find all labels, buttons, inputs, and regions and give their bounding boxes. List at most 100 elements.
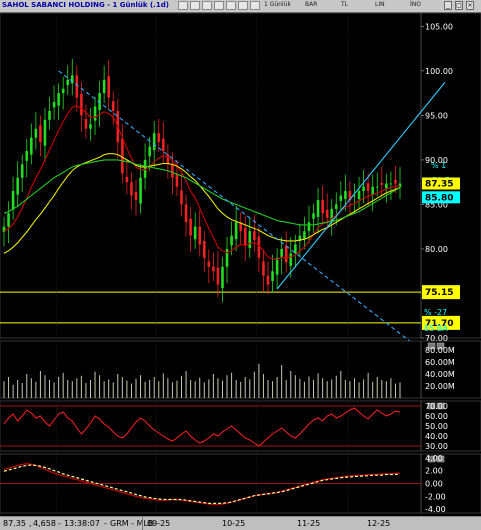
y-tick-label: 80.00: [425, 245, 448, 254]
volume-tick-label: 80.00M: [425, 346, 455, 355]
price-panel: 105.00100.0095.0090.0085.0080.0075.0070.…: [0, 12, 481, 358]
trendline-annotation: % -27: [424, 308, 447, 317]
candle-body: [121, 138, 124, 174]
oscillator-panel-frame: [0, 400, 481, 452]
candle-body: [375, 186, 379, 188]
candle-body: [266, 275, 270, 285]
candle-body: [61, 88, 65, 94]
macd-tick-label: 0.00: [425, 480, 443, 489]
candle-body: [316, 199, 320, 217]
candle-body: [175, 174, 179, 187]
candle-body: [380, 183, 384, 185]
trendline-annotation: % 1: [431, 161, 446, 170]
candle-body: [111, 101, 115, 111]
trendline-annotation: 85 BA: [424, 324, 448, 333]
x-tick-label: 10-25: [222, 519, 246, 528]
candle-body: [321, 199, 324, 214]
oscillator-tick-label: 60.00: [425, 412, 448, 421]
candle-body: [253, 231, 256, 241]
chart-area[interactable]: 105.00100.0095.0090.0085.0080.0075.0070.…: [0, 0, 481, 530]
candle-body: [139, 177, 142, 204]
macd-tick-label: -2.00: [425, 492, 446, 501]
candle-body: [362, 186, 365, 192]
candle-body: [152, 133, 156, 151]
oscillator-tick-label: 40.00: [425, 432, 448, 441]
status-volume: 4,658: [33, 519, 56, 528]
candle-body: [148, 146, 151, 157]
candle-body: [125, 176, 129, 183]
candle-body: [193, 226, 197, 240]
candle-body: [385, 183, 388, 189]
candle-body: [162, 138, 165, 152]
candle-body: [102, 79, 106, 94]
candle-body: [30, 137, 33, 155]
macd-tick-label: -4.00: [425, 505, 446, 514]
status-bar: 87.35 , 4,658 - 13:38:07 - GRM - MLB 09-…: [0, 516, 481, 530]
candle-body: [325, 209, 329, 218]
candle-body: [75, 75, 79, 98]
volume-tick-label: 60.00M: [425, 358, 455, 367]
price-label: 87.35: [425, 180, 453, 190]
candle-body: [16, 177, 19, 195]
level-label: 75.15: [425, 288, 453, 298]
macd-panel: 4.00 2.00 0.00 -2.00 -4.00: [0, 453, 481, 514]
y-tick-label: 105.00: [425, 22, 453, 31]
candle-body: [248, 231, 252, 249]
candle-body: [80, 94, 83, 116]
oscillator-tick-label: 30.00: [425, 442, 448, 451]
candle-body: [307, 222, 311, 232]
candle-body: [334, 204, 338, 209]
candle-body: [180, 190, 183, 205]
y-tick-label: 95.00: [425, 111, 448, 120]
candle-body: [275, 257, 279, 275]
candle-body: [216, 267, 220, 285]
candle-body: [198, 226, 202, 245]
x-tick-label: 12-25: [367, 519, 391, 528]
candle-body: [107, 76, 110, 98]
candle-body: [312, 213, 315, 219]
status-price: 87.35: [3, 519, 26, 528]
candle-body: [371, 186, 374, 195]
oscillator-tick-label: 70.00: [425, 402, 448, 411]
candle-body: [284, 245, 288, 263]
candle-body: [57, 93, 60, 106]
candle-body: [271, 271, 274, 282]
candle-body: [230, 235, 233, 246]
candle-body: [184, 204, 188, 223]
macd-tick-label: 4.00: [425, 454, 443, 463]
candle-body: [243, 227, 247, 245]
candle-body: [43, 119, 47, 146]
chart-window: { "window": { "title": "SAHOL SABANCI HO…: [0, 0, 481, 530]
volume-tick-label: 40.00M: [425, 370, 455, 379]
candle-body: [93, 106, 97, 121]
candle-body: [84, 118, 88, 129]
candle-body: [134, 191, 138, 200]
candle-body: [398, 183, 402, 188]
candle-body: [34, 128, 38, 138]
candle-body: [366, 183, 370, 192]
candle-body: [262, 261, 265, 276]
candle-body: [39, 125, 42, 143]
oscillator-tick-label: 50.00: [425, 422, 448, 431]
candle-body: [289, 253, 293, 266]
candle-body: [20, 164, 24, 178]
candle-body: [221, 266, 224, 289]
candle-body: [166, 154, 170, 165]
volume-tick-label: 20.00M: [425, 382, 455, 391]
candle-body: [212, 266, 215, 272]
candle-body: [70, 75, 74, 84]
status-time: 13:38:07: [64, 519, 100, 528]
candle-body: [357, 191, 361, 200]
candle-body: [202, 240, 206, 258]
candle-body: [52, 102, 56, 108]
x-tick-label: 09-25: [147, 519, 171, 528]
candle-body: [189, 218, 192, 236]
candle-body: [130, 182, 133, 196]
volume-panel: 80.00M 60.00M 40.00M 20.00M: [0, 340, 481, 399]
candle-body: [48, 110, 51, 120]
candle-body: [89, 124, 92, 129]
candle-body: [389, 183, 393, 185]
oscillator-panel: 70.0060.0050.0040.0030.00: [0, 400, 481, 452]
x-tick-label: 11-25: [297, 519, 321, 528]
candle-body: [339, 195, 343, 201]
